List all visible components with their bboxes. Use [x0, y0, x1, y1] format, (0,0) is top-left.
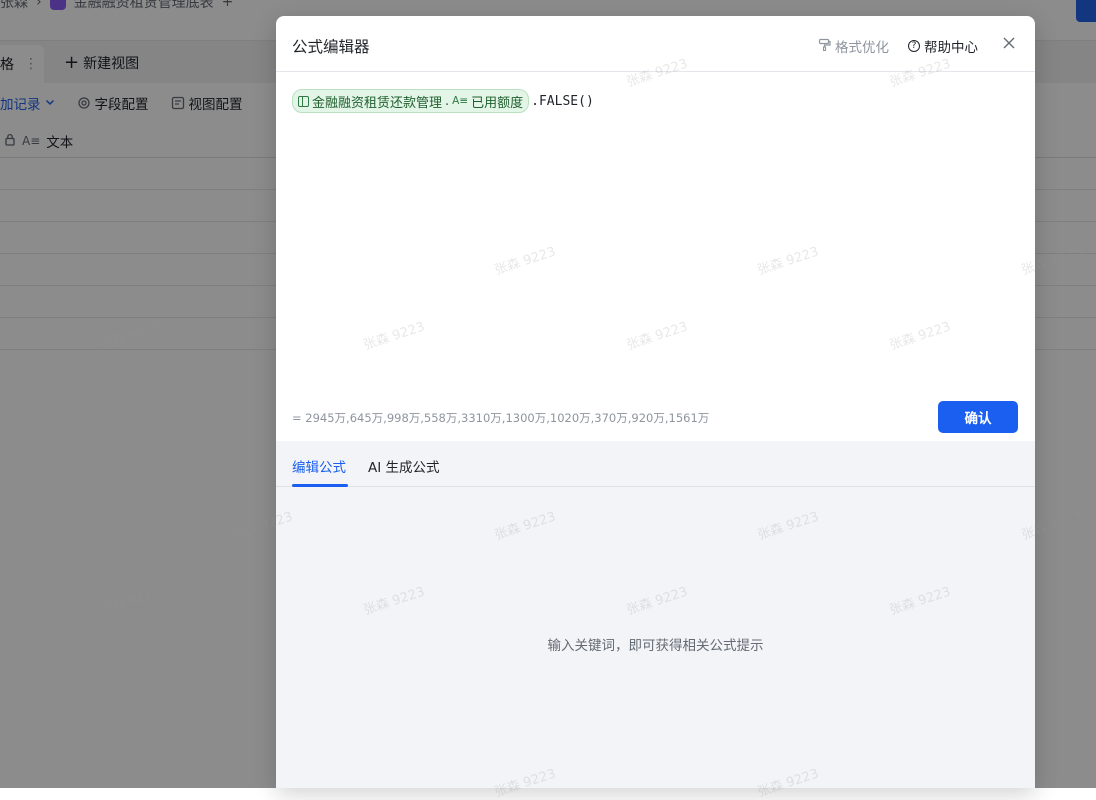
confirm-button[interactable]: 确认	[938, 401, 1018, 433]
paint-roller-icon	[818, 38, 831, 55]
help-icon: ?	[908, 40, 920, 52]
dialog-header: 公式编辑器 格式优化 ? 帮助中心	[276, 16, 1035, 72]
close-button[interactable]	[1000, 34, 1018, 52]
formula-help-panel: 编辑公式 AI 生成公式 输入关键词，即可获得相关公式提示	[276, 441, 1035, 788]
format-optimize-button[interactable]: 格式优化	[818, 36, 889, 56]
chip-table-name: 金融融资租赁还款管理	[312, 95, 443, 111]
text-field-type-icon: A≡	[452, 95, 469, 107]
panel-tabs: 编辑公式 AI 生成公式	[276, 441, 1035, 487]
format-optimize-label: 格式优化	[835, 40, 889, 56]
help-center-label: 帮助中心	[924, 40, 978, 56]
formula-result-preview: = 2945万,645万,998万,558万,3310万,1300万,1020万…	[292, 411, 710, 425]
close-icon	[1003, 37, 1015, 49]
formula-expression[interactable]: 金融融资租赁还款管理 . A≡ 已用额度 .FALSE()	[292, 89, 594, 113]
table-icon	[298, 95, 309, 107]
tab-ai-generate-formula[interactable]: AI 生成公式	[368, 456, 440, 476]
formula-editor-dialog: 公式编辑器 格式优化 ? 帮助中心 金融融资租赁还款管理 . A≡ 已用额度 .…	[276, 16, 1035, 788]
active-tab-indicator	[292, 484, 348, 487]
empty-state-hint: 输入关键词，即可获得相关公式提示	[547, 638, 764, 654]
field-reference-chip[interactable]: 金融融资租赁还款管理 . A≡ 已用额度	[292, 89, 530, 113]
help-center-button[interactable]: ? 帮助中心	[908, 36, 978, 56]
dialog-title: 公式编辑器	[292, 38, 370, 56]
formula-input-area[interactable]: 金融融资租赁还款管理 . A≡ 已用额度 .FALSE()	[276, 72, 1035, 400]
tab-edit-formula[interactable]: 编辑公式	[292, 456, 346, 476]
formula-function-text: .FALSE()	[531, 93, 594, 109]
chip-separator: .	[445, 93, 450, 109]
chip-field-name: 已用额度	[471, 95, 524, 111]
